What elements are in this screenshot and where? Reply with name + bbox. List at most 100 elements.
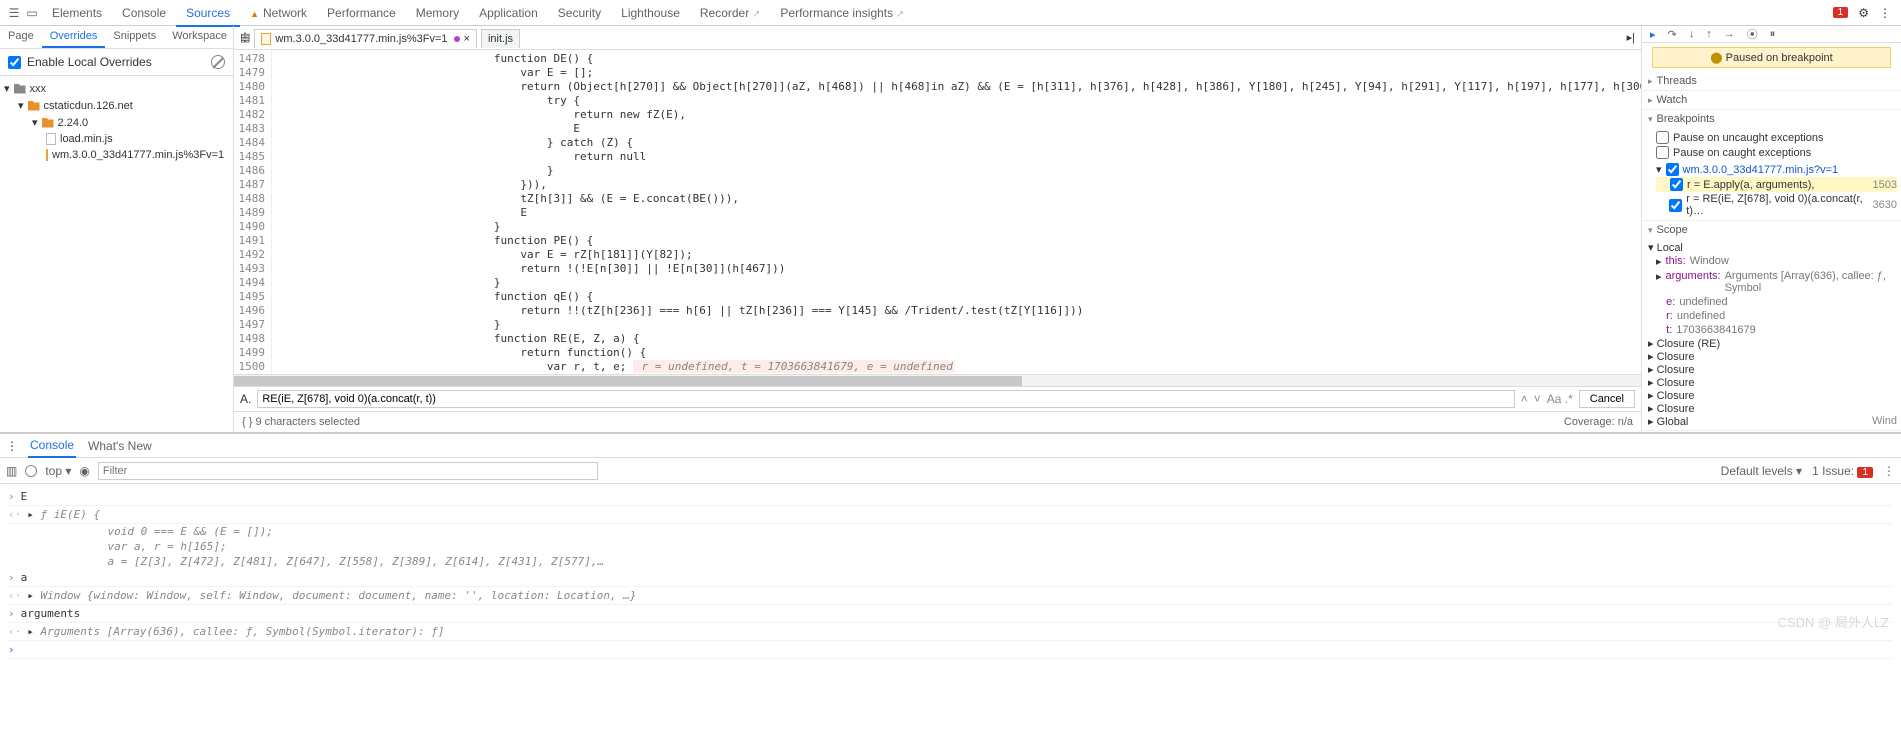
file-tab[interactable]: wm.3.0.0_33d41777.min.js%3Fv=1× — [254, 29, 477, 48]
overrides-bar: Enable Local Overrides — [0, 49, 233, 76]
scope-closure[interactable]: ▸ Closure (RE) — [1648, 337, 1897, 350]
cancel-button[interactable]: Cancel — [1579, 390, 1635, 408]
debugger-pane: ▸ ↷ ↓ ↑ → ⦿ ⏸ ⬤ Paused on breakpoint Thr… — [1641, 26, 1901, 432]
scope-var[interactable]: ▸ arguments: Arguments [Array(636), call… — [1656, 269, 1897, 295]
tree-file[interactable]: load.min.js — [60, 133, 113, 145]
step-into-icon[interactable]: ↓ — [1689, 28, 1695, 40]
kebab-icon[interactable]: ⋮ — [6, 439, 18, 453]
clear-console-icon[interactable] — [25, 465, 37, 477]
status-bar: { } 9 characters selected Coverage: n/a — [234, 411, 1641, 432]
console-output[interactable]: ‹·▸ Window {window: Window, self: Window… — [8, 587, 1893, 605]
h-scrollbar[interactable] — [234, 374, 1641, 386]
status-coverage: Coverage: n/a — [1564, 416, 1633, 428]
search-prev-icon[interactable]: ˄ — [1521, 392, 1528, 406]
console-input: ›E — [8, 488, 1893, 506]
inspect-icon[interactable]: ☰ — [6, 5, 22, 21]
scope-closure[interactable]: ▸ Closure — [1648, 363, 1897, 376]
drawer-tabs: ⋮ Console What's New — [0, 434, 1901, 458]
console-input: ›arguments — [8, 605, 1893, 623]
tree-folder[interactable]: 2.24.0 — [58, 117, 89, 129]
bp-checkbox[interactable] — [1669, 199, 1682, 212]
drawer-tab-whatsnew[interactable]: What's New — [86, 435, 154, 457]
scope-closure[interactable]: ▸ Closure — [1648, 389, 1897, 402]
scope-var[interactable]: r: undefined — [1656, 309, 1897, 323]
close-icon[interactable]: × — [464, 33, 470, 45]
breakpoints-section: Breakpoints Pause on uncaught exceptions… — [1642, 110, 1901, 221]
scope-closure[interactable]: ▸ Closure — [1648, 350, 1897, 363]
tab-elements[interactable]: Elements — [42, 0, 112, 25]
pause-exc-icon[interactable]: ⏸ — [1770, 28, 1776, 41]
deactivate-bp-icon[interactable]: ⦿ — [1747, 26, 1758, 42]
override-indicator-icon — [454, 36, 460, 42]
tab-performance-insights[interactable]: Performance insights — [770, 0, 914, 25]
subtab-page[interactable]: Page — [0, 26, 42, 48]
drawer-tab-console[interactable]: Console — [28, 434, 76, 458]
step-over-icon[interactable]: ↷ — [1668, 28, 1677, 41]
kebab-icon[interactable]: ⋮ — [1879, 6, 1891, 20]
search-mode-icon[interactable]: A. — [240, 392, 251, 406]
search-next-icon[interactable]: ˅ — [1534, 392, 1541, 406]
devtools-tabbar: ☰ ▭ ElementsConsoleSourcesNetworkPerform… — [0, 0, 1901, 26]
bp-checkbox[interactable] — [1670, 178, 1683, 191]
console-filter-input[interactable] — [98, 462, 598, 480]
console-drawer: ⋮ Console What's New ▥ top ▾ ◉ Default l… — [0, 432, 1901, 743]
settings-icon[interactable]: ⚙ — [1858, 6, 1869, 20]
levels-dropdown[interactable]: Default levels ▾ — [1721, 464, 1802, 478]
subtab-workspace[interactable]: Workspace — [164, 26, 235, 48]
bp-caught-checkbox[interactable] — [1656, 146, 1669, 159]
debugger-controls: ▸ ↷ ↓ ↑ → ⦿ ⏸ — [1642, 26, 1901, 43]
editor-pane: ▤ wm.3.0.0_33d41777.min.js%3Fv=1× init.j… — [234, 26, 1641, 432]
subtab-overrides[interactable]: Overrides — [42, 26, 106, 48]
bp-uncaught-checkbox[interactable] — [1656, 131, 1669, 144]
tab-sources[interactable]: Sources — [176, 0, 240, 27]
search-bar: A. ˄ ˅ Aa .* Cancel — [234, 386, 1641, 411]
context-selector[interactable]: top ▾ — [45, 464, 71, 478]
local-overrides-checkbox[interactable] — [8, 56, 21, 69]
tab-network[interactable]: Network — [240, 0, 317, 25]
tab-performance[interactable]: Performance — [317, 0, 406, 25]
console-sidepanel-icon[interactable]: ▥ — [6, 464, 17, 478]
tab-recorder[interactable]: Recorder — [690, 0, 771, 25]
scope-closure[interactable]: ▸ Closure — [1648, 376, 1897, 389]
scope-var[interactable]: t: 1703663841679 — [1656, 323, 1897, 337]
bp-file-checkbox[interactable] — [1666, 163, 1679, 176]
tree-root[interactable]: xxx — [30, 83, 47, 95]
console-output[interactable]: ‹·▸ Arguments [Array(636), callee: ƒ, Sy… — [8, 623, 1893, 641]
device-icon[interactable]: ▭ — [24, 5, 40, 21]
search-options[interactable]: Aa .* — [1547, 392, 1573, 406]
status-selection: { } 9 characters selected — [242, 416, 360, 428]
threads-section[interactable]: Threads — [1642, 72, 1901, 91]
scope-closure[interactable]: ▸ Closure — [1648, 402, 1897, 415]
console-output[interactable]: ‹·▸ ƒ iE(E) { — [8, 506, 1893, 524]
clear-overrides-icon[interactable] — [211, 55, 225, 69]
tree-domain[interactable]: cstaticdun.126.net — [44, 100, 133, 112]
console-prompt[interactable]: › — [8, 641, 1893, 659]
code-editor[interactable]: 1478147914801481148214831484148514861487… — [234, 50, 1641, 374]
file-tab[interactable]: init.js — [481, 29, 520, 48]
tab-security[interactable]: Security — [548, 0, 611, 25]
scope-var[interactable]: ▸ this: Window — [1656, 254, 1897, 269]
issues-link[interactable]: 1 Issue: 1 — [1812, 464, 1873, 478]
step-out-icon[interactable]: ↑ — [1706, 28, 1712, 40]
file-tabs: ▤ wm.3.0.0_33d41777.min.js%3Fv=1× init.j… — [234, 26, 1641, 50]
subtab-snippets[interactable]: Snippets — [105, 26, 164, 48]
tab-console[interactable]: Console — [112, 0, 176, 25]
files-menu-icon[interactable]: ▤ — [240, 31, 250, 44]
overrides-tree: ▾xxx ▾cstaticdun.126.net ▾2.24.0 load.mi… — [0, 76, 233, 167]
step-icon[interactable]: → — [1724, 28, 1735, 40]
tree-file[interactable]: wm.3.0.0_33d41777.min.js%3Fv=1 — [52, 149, 224, 161]
resume-icon[interactable]: ▸ — [1650, 28, 1656, 41]
eye-icon[interactable]: ◉ — [79, 464, 89, 478]
callstack-section: Call Stack ➤ (anonymous)wm3.0.0_33d417…i… — [1642, 431, 1901, 432]
search-input[interactable] — [257, 390, 1514, 408]
error-badge[interactable]: 1 — [1833, 7, 1849, 18]
tab-memory[interactable]: Memory — [406, 0, 469, 25]
tab-lighthouse[interactable]: Lighthouse — [611, 0, 690, 25]
tab-application[interactable]: Application — [469, 0, 548, 25]
navigator-subtabs: PageOverridesSnippetsWorkspace ⋮ — [0, 26, 233, 49]
watch-section[interactable]: Watch — [1642, 91, 1901, 110]
scope-global[interactable]: ▸ GlobalWind — [1648, 415, 1897, 428]
more-icon[interactable]: ▸| — [1627, 31, 1635, 44]
console-settings-icon[interactable]: ⋮ — [1883, 464, 1895, 478]
scope-var[interactable]: e: undefined — [1656, 295, 1897, 309]
